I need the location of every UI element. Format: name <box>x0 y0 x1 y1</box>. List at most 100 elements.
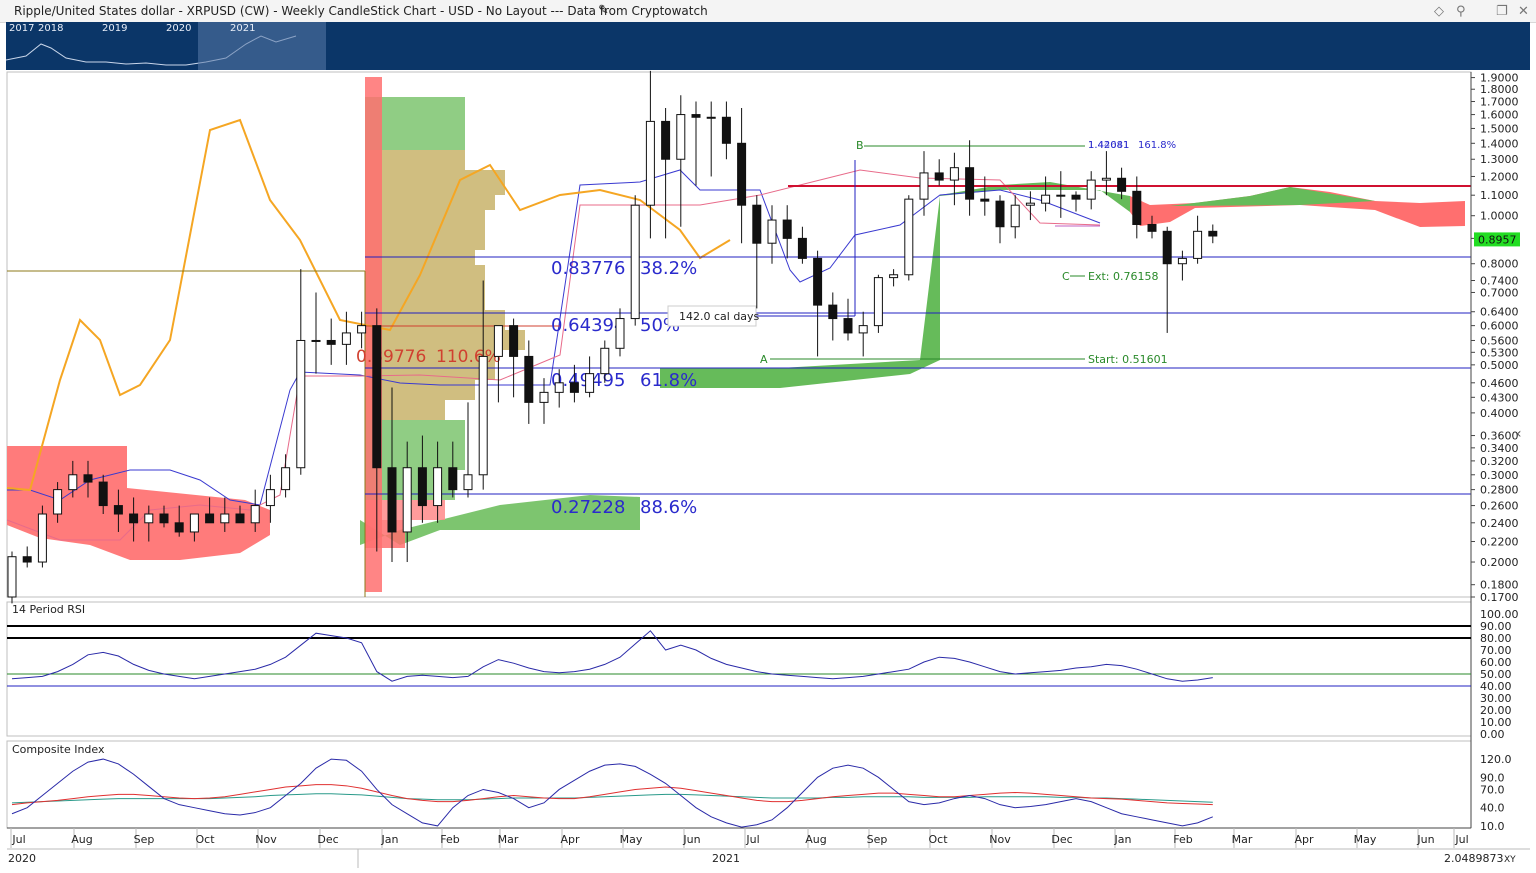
candle-down <box>661 120 671 160</box>
candle-up <box>1041 194 1051 204</box>
price-axis-label: 0.2400 <box>1480 517 1519 530</box>
composite-panel-title: Composite Index <box>12 743 105 756</box>
month-label: Jun <box>682 833 700 846</box>
candle-up <box>7 556 17 598</box>
candle-down <box>1208 230 1218 237</box>
candle-up <box>53 489 63 515</box>
candle-up <box>311 339 321 342</box>
month-label: Nov <box>255 833 277 846</box>
month-label: Aug <box>71 833 92 846</box>
rsi-axis-label: 0.00 <box>1480 728 1505 741</box>
price-axis-label: 0.2800 <box>1480 484 1519 497</box>
candle-up <box>296 339 306 469</box>
collapse-panel-icon[interactable]: ‹ <box>1516 426 1522 442</box>
month-label: Nov <box>989 833 1011 846</box>
volume-profile-bar <box>365 265 485 290</box>
candle-up <box>341 332 351 345</box>
price-axis-label: 1.1000 <box>1480 189 1519 202</box>
candle-down <box>828 304 838 320</box>
close-icon[interactable]: ✕ <box>1518 1 1529 23</box>
navigator-selection[interactable] <box>198 22 326 70</box>
date-range-label: 142.0 cal days <box>679 310 760 323</box>
candle-down <box>524 355 534 403</box>
diamond-icon[interactable]: ◇ <box>1434 1 1444 23</box>
month-label: May <box>1354 833 1377 846</box>
projection-c-label: C <box>1062 270 1070 283</box>
candle-down <box>372 325 382 469</box>
month-label: Apr <box>560 833 580 846</box>
projection-a-label: A <box>760 353 768 366</box>
candle-up <box>37 513 47 563</box>
candle-up <box>189 513 199 533</box>
month-label: Oct <box>928 833 948 846</box>
price-axis-label: 1.2000 <box>1480 170 1519 183</box>
composite-axis-label: 70.0 <box>1480 783 1505 796</box>
fib-value-label: 0.64394 <box>551 315 625 336</box>
month-label: Feb <box>1173 833 1192 846</box>
month-label: Dec <box>1051 833 1072 846</box>
chart-area[interactable]: 0.8377638.2%0.6439450%0.4949561.8%0.2722… <box>0 70 1536 873</box>
candle-up <box>144 513 154 524</box>
candle-up <box>919 172 929 200</box>
price-axis-label: 0.6000 <box>1480 320 1519 333</box>
candle-up <box>539 391 549 403</box>
price-axis-label: 0.2600 <box>1480 500 1519 513</box>
corner-xy-label: XY <box>1504 855 1516 865</box>
rsi-panel-frame <box>6 601 1472 737</box>
candle-up <box>1025 202 1035 206</box>
projection-b-label: B <box>856 139 864 152</box>
nav-year-label: 2017 <box>9 23 35 34</box>
candle-down <box>235 513 245 524</box>
price-axis-label: 0.5000 <box>1480 359 1519 372</box>
price-axis-label: 0.3600 <box>1480 430 1519 443</box>
month-label: Apr <box>1294 833 1314 846</box>
candle-down <box>782 219 792 239</box>
volume-profile-bar <box>365 290 485 310</box>
price-axis-label: 0.2200 <box>1480 536 1519 549</box>
fib-value-label: 0.39776 <box>356 347 426 367</box>
candle-up <box>433 467 443 507</box>
candle-up <box>676 114 686 160</box>
candle-up <box>889 274 899 279</box>
candle-down <box>813 257 823 306</box>
month-label: May <box>620 833 643 846</box>
fib-value-label: 0.27228 <box>551 497 625 518</box>
month-label: Feb <box>440 833 459 846</box>
candle-down <box>737 142 747 206</box>
fib-pct-label: 88.6% <box>640 497 697 518</box>
candle-down <box>752 204 762 244</box>
candle-down <box>1132 190 1142 225</box>
candle-down <box>797 237 807 259</box>
time-navigator[interactable]: 2017 2018 2019 2020 2021 <box>6 22 1530 70</box>
price-axis-label: 0.4000 <box>1480 407 1519 420</box>
candle-down <box>205 513 215 524</box>
candle-up <box>250 505 260 524</box>
candle-down <box>965 167 975 200</box>
price-axis-label: 0.7000 <box>1480 286 1519 299</box>
candle-up <box>615 318 625 349</box>
candle-up <box>904 198 914 276</box>
edit-pencil-icon[interactable]: ✎ <box>598 0 609 22</box>
nav-year-label: 2021 <box>230 23 256 34</box>
price-axis-label: 1.7000 <box>1480 96 1519 109</box>
price-axis-label: 1.8000 <box>1480 83 1519 96</box>
volume-profile-bar <box>365 210 485 230</box>
composite-axis-label: 90.0 <box>1480 771 1505 784</box>
candle-up <box>630 204 640 320</box>
nav-year-label: 2020 <box>166 23 192 34</box>
candle-up <box>265 489 275 507</box>
last-price-label: 0.8957 <box>1478 233 1517 246</box>
price-axis-label: 1.0000 <box>1480 210 1519 223</box>
price-axis-label: 1.3000 <box>1480 153 1519 166</box>
composite-axis-label: 10.0 <box>1480 820 1505 833</box>
projection-top-label: 1.44641 <box>1088 140 1129 151</box>
candle-up <box>1086 179 1096 200</box>
candle-down <box>448 467 458 491</box>
pin-icon[interactable]: ⚲ <box>1456 1 1466 23</box>
candle-down <box>326 339 336 345</box>
candle-up <box>949 167 959 181</box>
nav-year-label: 2019 <box>102 23 128 34</box>
restore-icon[interactable]: ❐ <box>1496 1 1508 23</box>
candle-up <box>493 325 503 357</box>
volume-profile-bar <box>365 195 495 210</box>
